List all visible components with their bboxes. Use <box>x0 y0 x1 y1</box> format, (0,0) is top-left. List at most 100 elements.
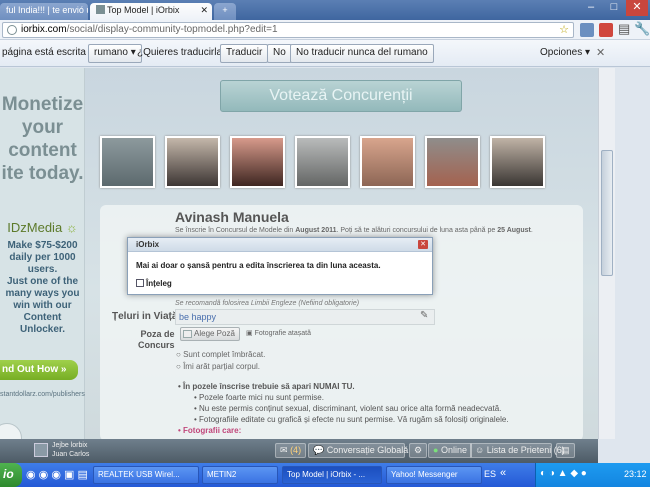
ad-body-line: win with our <box>13 300 72 311</box>
close-tab-icon[interactable]: ✕ <box>200 5 208 16</box>
dialog-title: iOrbix <box>136 240 160 249</box>
online-status[interactable]: ● Online <box>428 443 472 458</box>
quicklaunch-icon[interactable]: ▣ <box>64 469 74 481</box>
tray-icons[interactable]: ◐ ◑ ▲ ◆ ● <box>540 468 587 479</box>
global-chat-button[interactable]: 💬 Conversație Globală <box>308 443 408 458</box>
choose-photo-button[interactable]: Alege Poză <box>180 327 240 341</box>
radio-label: Sunt complet îmbrăcat. <box>183 350 266 359</box>
tab-label: Top Model | iOrbix <box>107 5 180 15</box>
quick-launch: ◉ ◉ ◉ ▣ ▤ <box>26 468 88 481</box>
community-bar: Jejbe lorbix Juan Carlos ✉ (4) 💬 Convers… <box>0 439 598 463</box>
language-select[interactable]: rumano ▾ <box>88 44 142 63</box>
ad-cta-button[interactable]: nd Out How » <box>0 360 78 380</box>
options-label: Opciones <box>540 47 583 58</box>
translate-button[interactable]: Traducir <box>220 44 269 63</box>
radio-label: Îmi arăt parțial corpul. <box>183 362 260 371</box>
tab-top-model[interactable]: Top Model | iOrbix ✕ <box>90 3 212 20</box>
taskbar-item-active[interactable]: Top Model | iOrbix - ... <box>282 466 382 484</box>
contestant-photo[interactable] <box>490 136 545 188</box>
radio-dressed[interactable]: ○ Sunt complet îmbrăcat. <box>176 350 265 359</box>
taskbar-item[interactable]: Yahoo! Messenger <box>386 466 482 484</box>
page-menu-icon[interactable]: ▤ <box>618 21 630 37</box>
settings-button[interactable]: ⚙ <box>409 443 428 458</box>
user-info[interactable]: Jejbe lorbix Juan Carlos <box>52 441 89 459</box>
contestant-photo[interactable] <box>165 136 220 188</box>
ad-body-line: Content <box>23 312 62 323</box>
gear-icon: ⚙ <box>414 445 423 455</box>
plus-icon: + <box>222 5 228 15</box>
pencil-icon[interactable]: ✎ <box>420 310 428 321</box>
ad-brand: IDzMedia ☼ <box>0 220 85 235</box>
dialog-close-icon[interactable]: ✕ <box>418 240 428 249</box>
ad-footer-link[interactable]: stantdollarz.com/publishers <box>0 391 85 398</box>
windows-taskbar: io ◉ ◉ ◉ ▣ ▤ REALTEK USB Wirel... METIN2… <box>0 463 650 487</box>
contestant-photo[interactable] <box>100 136 155 188</box>
extension-icon[interactable] <box>580 23 594 37</box>
understand-checkbox[interactable]: Înțeleg <box>136 279 172 288</box>
vote-contestants-button[interactable]: Votează Concurenții <box>220 80 462 112</box>
choose-photo-label: Alege Poză <box>194 329 235 338</box>
quicklaunch-icon[interactable]: ◉ <box>51 469 61 481</box>
scrollbar-thumb[interactable] <box>601 150 613 276</box>
ad-body-line: Make $75-$200 <box>7 240 78 251</box>
taskbar-item[interactable]: REALTEK USB Wirel... <box>93 466 199 484</box>
contestant-photo[interactable] <box>295 136 350 188</box>
friends-list-button[interactable]: ☺ Lista de Prieteni (6) <box>470 443 565 458</box>
ad-body-line: users. <box>27 264 58 275</box>
edit-warning-dialog: iOrbix ✕ Mai ai doar o șansă pentru a ed… <box>127 237 433 295</box>
page-icon <box>7 25 17 35</box>
minimize-icon[interactable]: – <box>580 0 602 16</box>
goals-label: Țeluri in Viață <box>112 311 178 322</box>
ad-headline: Monetize your content ite today. <box>0 93 85 185</box>
url-domain: iorbix.com <box>21 24 67 35</box>
no-translate-button[interactable]: No <box>267 44 292 63</box>
ad-headline-line: content <box>8 140 77 161</box>
avatar[interactable] <box>34 443 48 457</box>
mail-icon: ✉ <box>280 445 288 455</box>
tab-india[interactable]: ful India!!! | te envió u <box>0 3 88 20</box>
quicklaunch-icon[interactable]: ◉ <box>26 469 36 481</box>
notifications-button[interactable]: ▤ <box>556 443 575 458</box>
favicon-icon <box>96 5 105 14</box>
advertisement[interactable]: Monetize your content ite today. IDzMedi… <box>0 68 85 439</box>
contestant-photo[interactable] <box>360 136 415 188</box>
taskbar-item-label: Top Model | iOrbix - ... <box>287 470 366 479</box>
side-panel <box>615 68 650 439</box>
ad-body-line: Unlocker. <box>19 324 66 335</box>
wrench-icon[interactable]: 🔧 <box>634 21 650 37</box>
language-indicator[interactable]: ES <box>484 469 496 479</box>
info-text: Se înscrie în Concursul de Modele din <box>175 227 294 234</box>
rule-title-text: În pozele înscrise trebuie să apari NUMA… <box>183 382 355 391</box>
contestant-photo[interactable] <box>230 136 285 188</box>
extension-icon[interactable] <box>599 23 613 37</box>
messages-button[interactable]: ✉ (4) <box>275 443 307 458</box>
bookmark-star-icon[interactable]: ☆ <box>559 23 569 36</box>
never-translate-button[interactable]: No traducir nunca del rumano <box>290 44 434 63</box>
close-translate-icon[interactable]: ✕ <box>596 46 605 59</box>
quicklaunch-icon[interactable]: ◉ <box>39 469 49 481</box>
attached-status: ▣ Fotografie atașată <box>246 329 311 337</box>
quicklaunch-icon[interactable]: ▤ <box>77 469 87 481</box>
tray-arrow-icon[interactable]: « <box>500 467 506 479</box>
chat-icon: 💬 <box>313 445 325 455</box>
page-scrollbar[interactable] <box>598 68 615 439</box>
maximize-icon[interactable]: □ <box>603 0 625 16</box>
clock[interactable]: 23:12 <box>624 469 647 479</box>
messages-count: (4) <box>290 445 302 455</box>
taskbar-item[interactable]: METIN2 <box>202 466 278 484</box>
ad-body-line: Just one of the <box>6 276 79 287</box>
image-icon <box>183 330 192 338</box>
url-field[interactable]: iorbix.com/social/display-community-topm… <box>2 22 574 38</box>
rule-text: Pozele foarte mici nu sunt permise. <box>199 393 324 402</box>
ad-headline-line: your <box>21 117 64 138</box>
start-button[interactable]: io <box>0 463 22 487</box>
system-tray: ◐ ◑ ▲ ◆ ● 23:12 <box>535 463 650 487</box>
contestant-photo[interactable] <box>425 136 480 188</box>
goals-input[interactable]: be happy <box>175 309 435 325</box>
radio-partial[interactable]: ○ Îmi arăt parțial corpul. <box>176 362 260 371</box>
window-close-icon[interactable]: ✕ <box>626 0 648 16</box>
new-tab-button[interactable]: + <box>214 3 236 20</box>
rule-text: Fotografii care: <box>183 426 242 435</box>
dialog-message: Mai ai doar o șansă pentru a edita înscr… <box>136 261 381 270</box>
translate-options[interactable]: Opciones ▾ <box>540 47 590 58</box>
